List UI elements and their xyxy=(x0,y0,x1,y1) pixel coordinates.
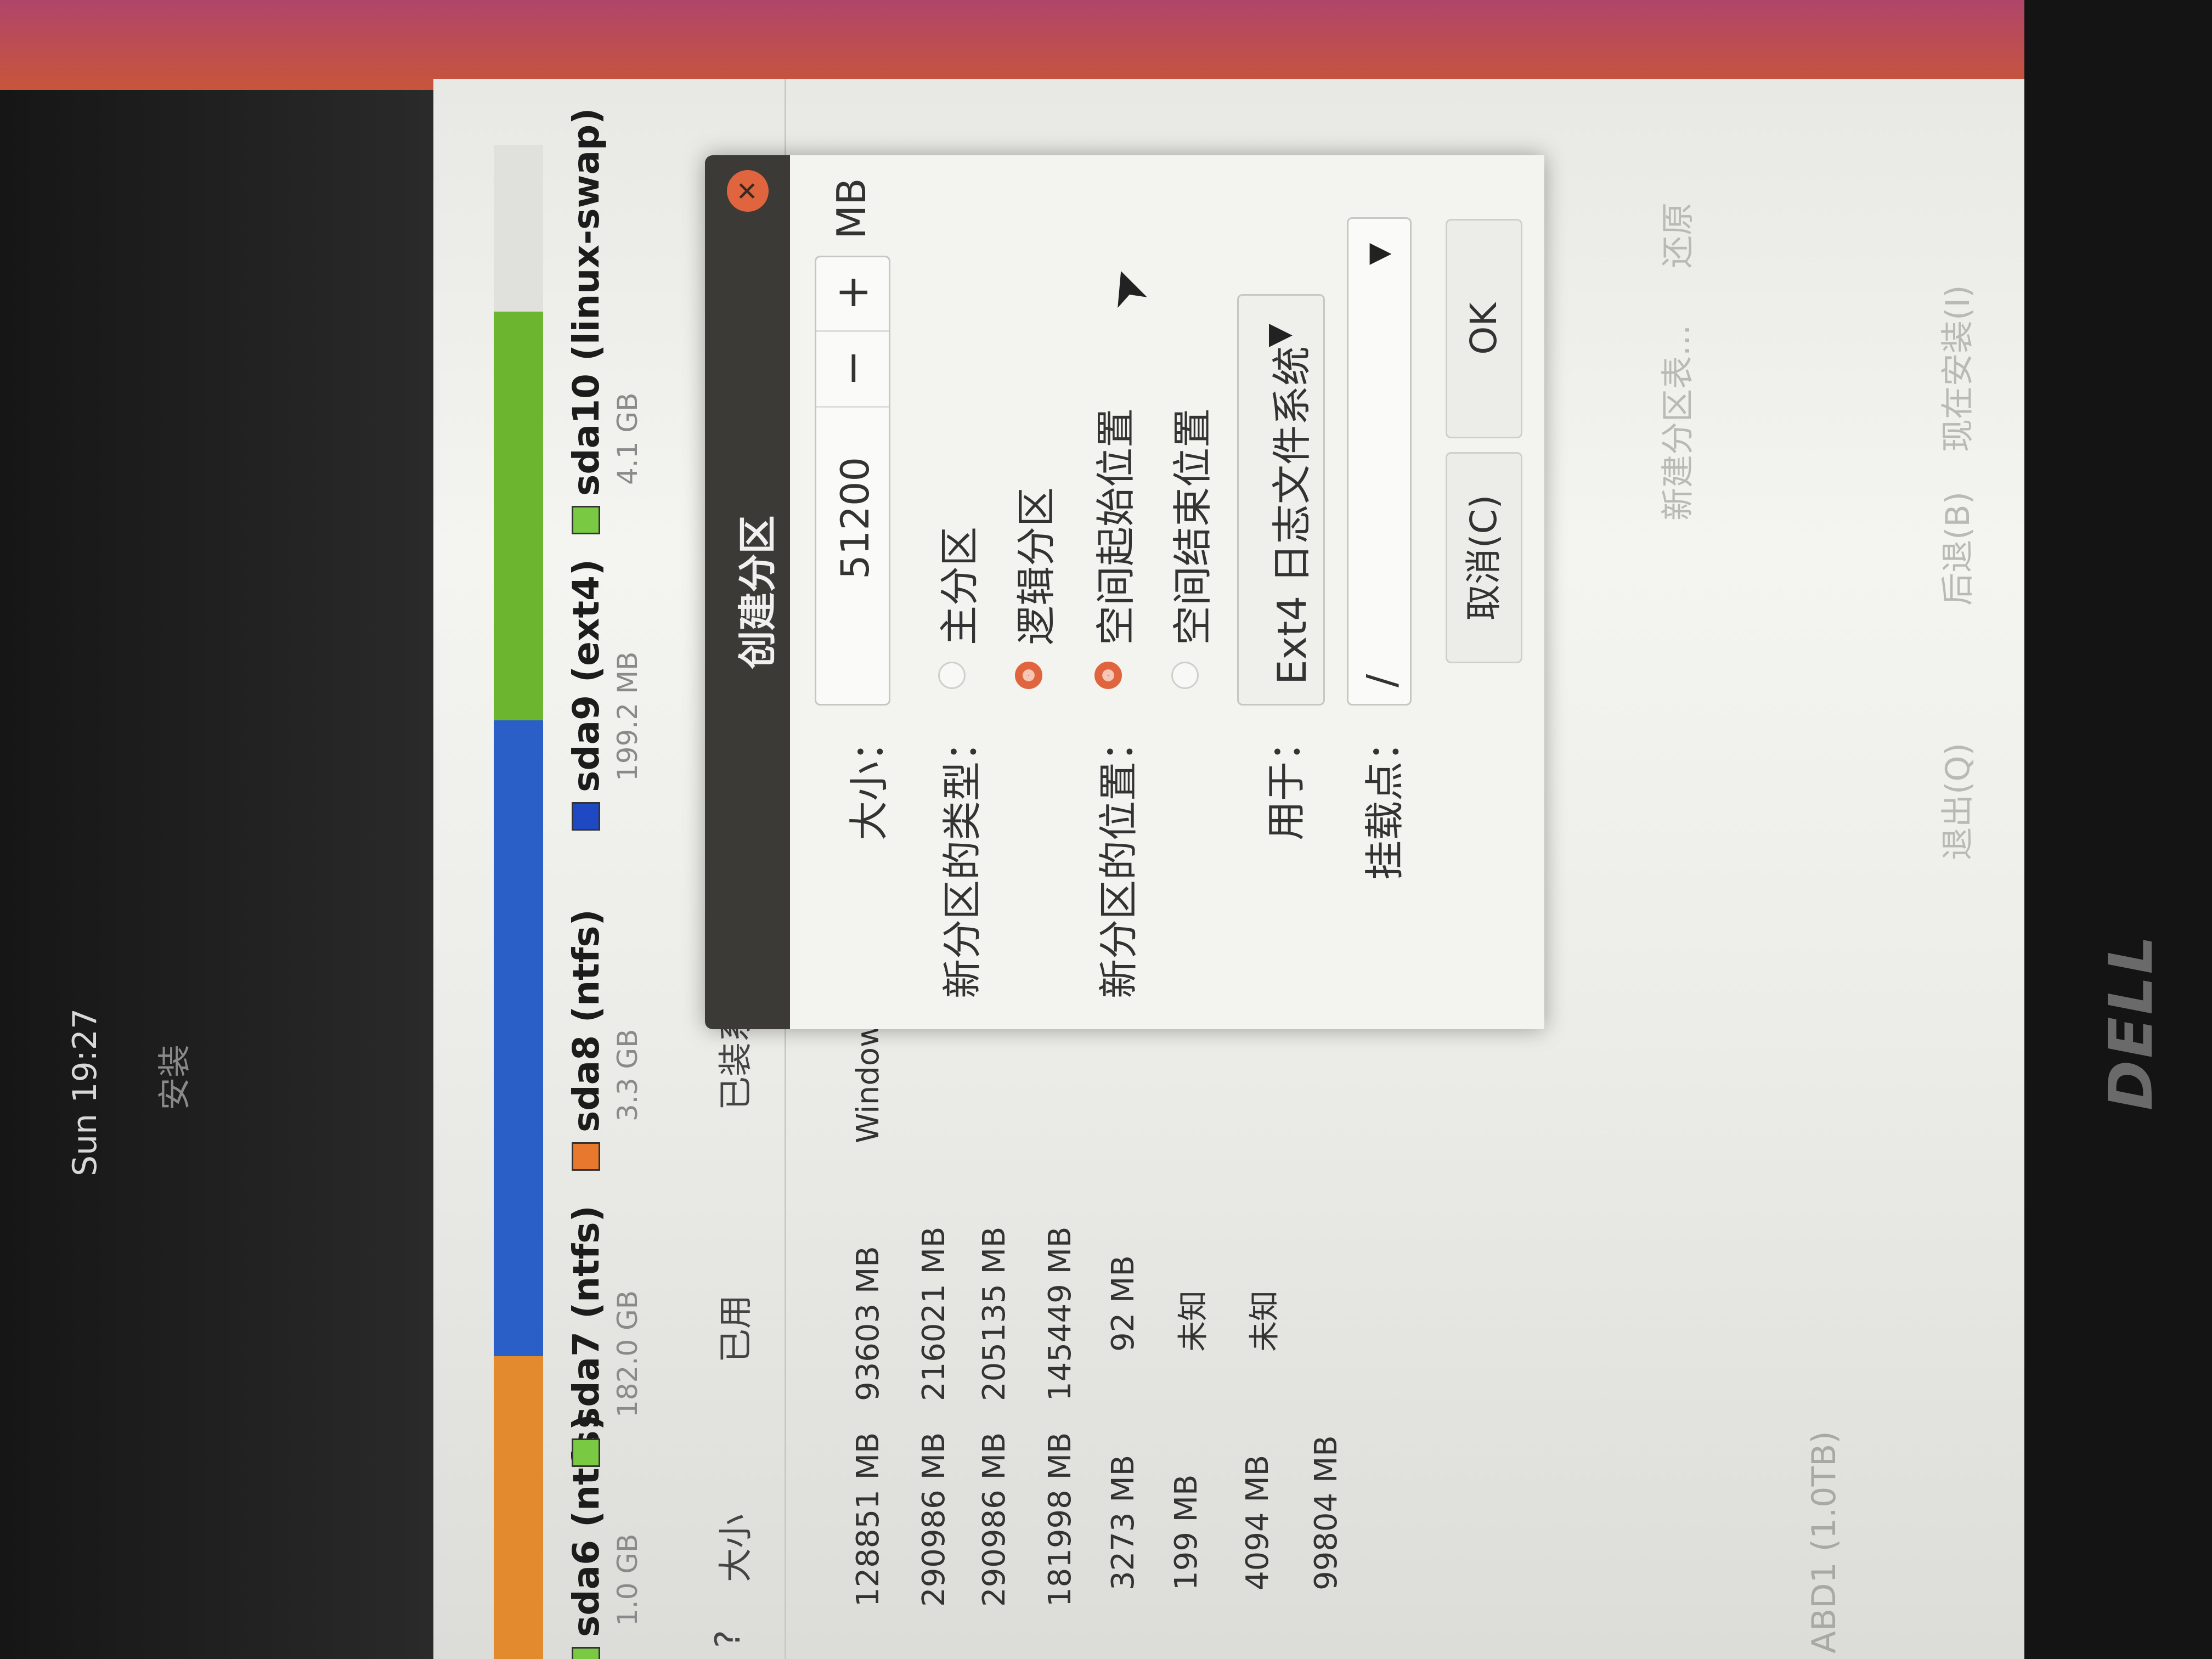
cell-used: 216021 MB xyxy=(916,1226,952,1401)
mount-point-combobox[interactable]: / ▼ xyxy=(1347,217,1412,706)
radio-primary-label[interactable]: 主分区 xyxy=(927,527,985,645)
legend-swatch xyxy=(572,506,600,534)
table-row[interactable]: 3273 MB 92 MB xyxy=(1105,1028,1160,1659)
legend-swatch xyxy=(572,802,600,831)
col-header-used[interactable]: 已用 xyxy=(708,1295,757,1363)
dialog-title: 创建分区 xyxy=(735,515,780,669)
cell-used: 未知 xyxy=(1176,1290,1211,1352)
back-button[interactable]: 后退(B) xyxy=(1931,492,1979,606)
close-icon[interactable]: ✕ xyxy=(727,170,769,212)
legend-name: sda9 (ext4) xyxy=(565,558,607,792)
device-label[interactable]: ABD1 (1.0TB) xyxy=(1805,1431,1843,1654)
cell-size: 128851 MB xyxy=(850,1432,886,1607)
radio-location-start-label[interactable]: 空间起始位置 xyxy=(1084,408,1141,645)
dell-logo: DELL xyxy=(2096,933,2166,1110)
table-row[interactable]: 199 MB 未知 xyxy=(1169,1028,1223,1659)
table-row[interactable]: 181998 MB 145449 MB xyxy=(1042,1028,1097,1659)
table-row[interactable]: 128851 MB 93603 MB Windows xyxy=(850,1006,905,1659)
radio-location-end-label[interactable]: 空间结束位置 xyxy=(1160,408,1218,645)
cell-size: 4094 MB xyxy=(1240,1454,1276,1590)
col-header-size[interactable]: 大小 xyxy=(708,1514,757,1582)
cell-used: 未知 xyxy=(1247,1290,1283,1352)
location-label: 新分区的位置： xyxy=(1096,722,1142,999)
mount-point-input[interactable]: / xyxy=(1358,674,1404,687)
table-row[interactable]: 290986 MB 205135 MB xyxy=(977,1028,1031,1659)
dialog-titlebar: 创建分区 ✕ xyxy=(705,155,790,1029)
radio-location-start[interactable] xyxy=(1094,662,1122,689)
size-label: 大小： xyxy=(846,722,892,841)
legend-name: sda10 (linux-swap) xyxy=(565,108,607,496)
install-now-button[interactable]: 现在安装(I) xyxy=(1931,285,1979,452)
use-as-label: 用于： xyxy=(1263,722,1309,841)
monitor-bezel: DELL xyxy=(2024,0,2212,1659)
dropdown-arrow-icon[interactable]: ▼ xyxy=(1362,243,1395,265)
radio-primary[interactable] xyxy=(938,662,966,689)
cell-used: 93603 MB xyxy=(850,1246,886,1401)
legend-size: 1.0 GB xyxy=(612,1533,644,1626)
partition-bar-segment-sda7[interactable] xyxy=(494,1371,543,1659)
dropdown-arrow-icon: ▼ xyxy=(1261,323,1296,347)
cell-used: 145449 MB xyxy=(1042,1226,1078,1401)
radio-location-end[interactable] xyxy=(1171,662,1199,689)
cancel-button[interactable]: 取消(C) xyxy=(1446,452,1522,663)
legend-swatch xyxy=(572,1647,600,1659)
new-partition-table-button[interactable]: 新建分区表... xyxy=(1651,325,1699,521)
type-label: 新分区的类型： xyxy=(939,722,985,999)
ok-button[interactable]: OK xyxy=(1446,219,1522,438)
quit-button[interactable]: 退出(Q) xyxy=(1931,743,1979,860)
partition-bar-segment-sda9[interactable] xyxy=(494,720,543,1356)
window-title: 安装 xyxy=(156,1045,194,1110)
top-bar: Sun 19:27 安装 xyxy=(0,0,433,1659)
use-as-value: Ext4 日志文件系统 xyxy=(1269,346,1315,685)
cell-size: 99804 MB xyxy=(1308,1435,1344,1590)
cell-size: 3273 MB xyxy=(1105,1454,1141,1590)
cell-used: 92 MB xyxy=(1105,1255,1141,1352)
decrease-button[interactable]: − xyxy=(816,330,889,408)
legend-name: sda7 (ntfs) xyxy=(565,1205,607,1429)
use-as-dropdown[interactable]: Ext4 日志文件系统 ▼ xyxy=(1237,294,1325,706)
partition-bar-segment-sda10[interactable] xyxy=(494,311,543,720)
cell-size: 290986 MB xyxy=(916,1432,952,1607)
desktop-wallpaper xyxy=(0,0,2030,90)
legend-size: 4.1 GB xyxy=(612,392,644,485)
cell-used: 205135 MB xyxy=(977,1226,1012,1401)
partition-bar-segment-free[interactable] xyxy=(494,235,543,312)
table-row[interactable]: 4094 MB 未知 xyxy=(1240,1028,1295,1659)
table-row[interactable]: 99804 MB xyxy=(1308,1028,1363,1659)
partition-bar-segment-sda8[interactable] xyxy=(494,1356,543,1372)
size-spinbox[interactable]: 51200 − + xyxy=(815,255,890,706)
revert-button[interactable]: 还原 xyxy=(1651,202,1699,268)
legend-size: 182.0 GB xyxy=(612,1290,644,1418)
cell-size: 290986 MB xyxy=(977,1432,1012,1607)
screen: Sun 19:27 安装 sda6 (ntfs) 1.0 GB sda7 (nt… xyxy=(0,0,2212,1659)
legend-swatch xyxy=(572,1142,600,1171)
size-unit: MB xyxy=(828,178,874,239)
mount-point-label: 挂载点： xyxy=(1362,722,1408,881)
legend-swatch xyxy=(572,1438,600,1467)
cell-size: 181998 MB xyxy=(1042,1432,1078,1607)
radio-logical[interactable] xyxy=(1015,662,1042,689)
partition-bar xyxy=(494,145,543,1659)
clock: Sun 19:27 xyxy=(66,1008,104,1176)
legend-name: sda8 (ntfs) xyxy=(565,909,607,1132)
table-row[interactable]: 290986 MB 216021 MB xyxy=(916,1028,971,1659)
cell-size: 199 MB xyxy=(1169,1474,1204,1590)
legend-size: 3.3 GB xyxy=(612,1029,644,1121)
size-input[interactable]: 51200 xyxy=(833,457,878,693)
radio-logical-label[interactable]: 逻辑分区 xyxy=(1004,487,1062,645)
increase-button[interactable]: + xyxy=(816,255,889,332)
legend-size: 199.2 MB xyxy=(612,651,644,781)
col-header-type[interactable]: ? xyxy=(708,1630,748,1648)
